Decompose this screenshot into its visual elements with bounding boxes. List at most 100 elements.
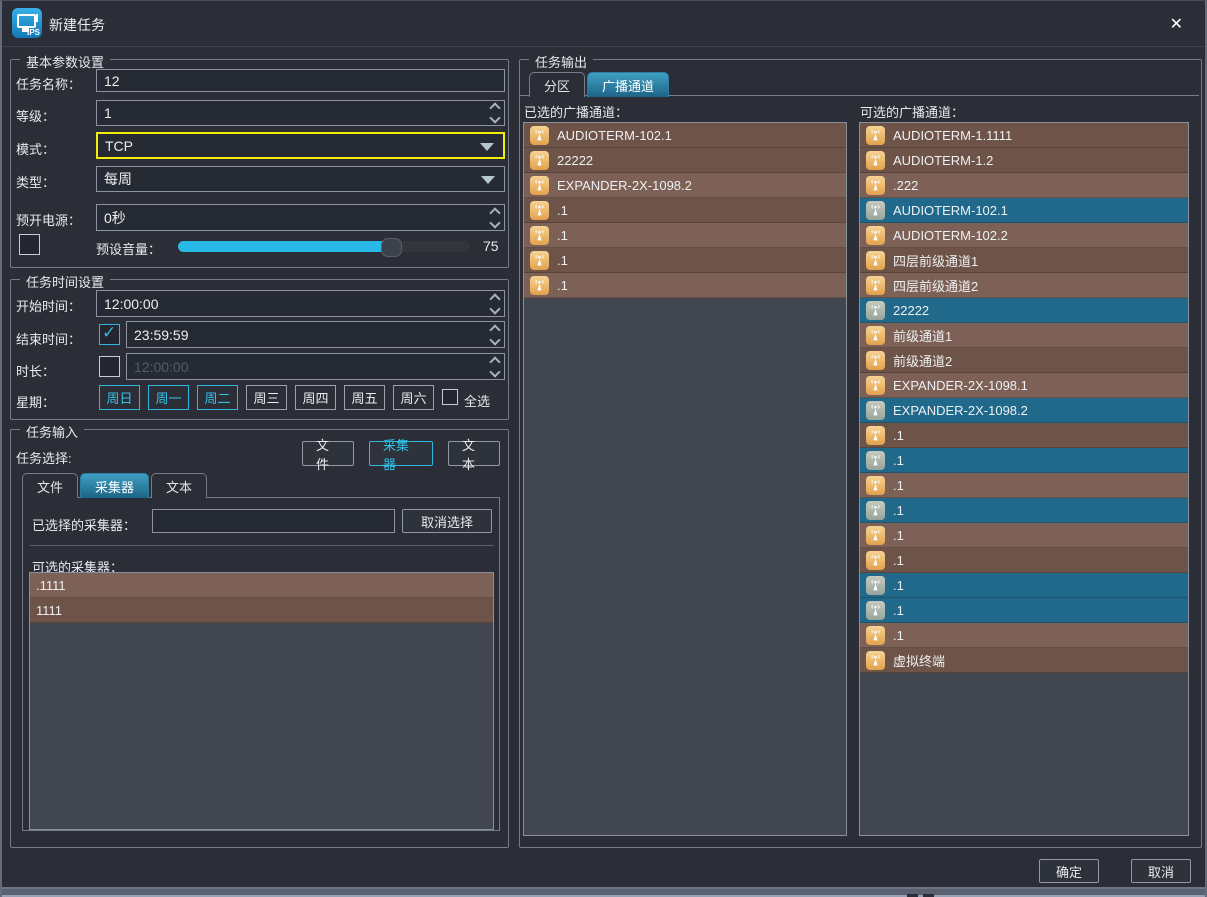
available-channels-list: AUDIOTERM-1.1111AUDIOTERM-1.2.222 AUDIOTE… xyxy=(859,122,1189,836)
channel-list-item[interactable]: .1 xyxy=(860,573,1188,598)
channel-list-item[interactable]: .1 xyxy=(860,623,1188,648)
broadcast-channel-icon xyxy=(866,251,885,270)
channel-list-item[interactable]: .1 xyxy=(524,248,846,273)
broadcast-channel-icon xyxy=(866,626,885,645)
week-day-button[interactable]: 周六 xyxy=(393,385,434,410)
channel-list-item[interactable]: EXPANDER-2X-1098.2 xyxy=(524,173,846,198)
type-select[interactable]: 每周 xyxy=(96,166,505,192)
ips-label: IPS xyxy=(27,28,40,37)
week-day-button[interactable]: 周四 xyxy=(295,385,336,410)
channel-name: .1 xyxy=(893,603,904,618)
broadcast-channel-icon xyxy=(866,201,885,220)
close-icon[interactable]: ✕ xyxy=(1170,14,1183,34)
source-button[interactable]: 采集器 xyxy=(369,441,433,466)
type-label: 类型： xyxy=(16,172,55,191)
channel-list-item[interactable]: .1 xyxy=(524,273,846,298)
channel-name: 前级通道1 xyxy=(893,326,952,345)
select-all-checkbox[interactable] xyxy=(442,389,458,405)
channel-name: .1 xyxy=(893,428,904,443)
channel-name: EXPANDER-2X-1098.1 xyxy=(893,378,1028,393)
channel-list-item[interactable]: .222 xyxy=(860,173,1188,198)
end-time-spinner[interactable]: 23:59:59 xyxy=(126,321,505,348)
channel-list-item[interactable]: .1 xyxy=(860,423,1188,448)
level-value: 1 xyxy=(104,105,112,121)
channel-list-item[interactable]: AUDIOTERM-102.1 xyxy=(524,123,846,148)
end-time-checkbox[interactable] xyxy=(99,324,120,345)
cancel-button[interactable]: 取消 xyxy=(1131,859,1191,883)
channel-list-item[interactable]: 前级通道1 xyxy=(860,323,1188,348)
spinner-arrows-icon[interactable] xyxy=(491,295,499,313)
spinner-arrows-icon[interactable] xyxy=(491,104,499,122)
mode-value: TCP xyxy=(105,138,133,154)
collector-list-item[interactable]: 1111 xyxy=(30,598,493,623)
channel-name: .1 xyxy=(893,453,904,468)
channel-list-item[interactable]: 22222 xyxy=(524,148,846,173)
power-delay-spinner[interactable]: 0秒 xyxy=(96,204,505,231)
week-label: 星期： xyxy=(16,392,55,411)
selected-collector-input[interactable] xyxy=(152,509,395,533)
spinner-arrows-icon xyxy=(491,358,499,376)
week-day-button[interactable]: 周二 xyxy=(197,385,238,410)
mode-select[interactable]: TCP xyxy=(96,132,505,159)
channel-list-item[interactable]: 虚拟终端 xyxy=(860,648,1188,673)
channel-list-item[interactable]: .1 xyxy=(860,523,1188,548)
broadcast-channel-icon xyxy=(866,601,885,620)
channel-list-item[interactable]: 22222 xyxy=(860,298,1188,323)
input-tab[interactable]: 文件 xyxy=(22,473,78,498)
power-delay-value: 0秒 xyxy=(104,208,126,228)
task-input-legend: 任务输入 xyxy=(20,422,84,441)
week-day-button[interactable]: 周三 xyxy=(246,385,287,410)
channel-name: 22222 xyxy=(557,153,593,168)
channel-name: AUDIOTERM-102.1 xyxy=(893,203,1008,218)
channel-list-item[interactable]: AUDIOTERM-1.2 xyxy=(860,148,1188,173)
select-all-label: 全选 xyxy=(464,391,490,410)
level-label: 等级： xyxy=(16,106,55,125)
channel-list-item[interactable]: 四层前级通道2 xyxy=(860,273,1188,298)
input-tab[interactable]: 采集器 xyxy=(80,473,149,498)
channel-list-item[interactable]: .1 xyxy=(524,198,846,223)
channel-list-item[interactable]: .1 xyxy=(860,473,1188,498)
spinner-arrows-icon[interactable] xyxy=(491,326,499,344)
input-tab[interactable]: 文本 xyxy=(151,473,207,498)
collector-list-item[interactable]: .1111 xyxy=(30,573,493,598)
level-spinner[interactable]: 1 xyxy=(96,100,505,126)
broadcast-channel-icon xyxy=(866,401,885,420)
channel-list-item[interactable]: .1 xyxy=(860,598,1188,623)
start-time-spinner[interactable]: 12:00:00 xyxy=(96,290,505,317)
channel-name: AUDIOTERM-102.2 xyxy=(893,228,1008,243)
channel-list-item[interactable]: .1 xyxy=(860,548,1188,573)
task-output-legend: 任务输出 xyxy=(529,52,593,71)
channel-list-item[interactable]: 前级通道2 xyxy=(860,348,1188,373)
spinner-arrows-icon[interactable] xyxy=(491,209,499,227)
broadcast-channel-icon xyxy=(866,326,885,345)
selected-channels-header: 已选的广播通道： xyxy=(524,102,628,121)
duration-checkbox[interactable] xyxy=(99,356,120,377)
channel-list-item[interactable]: AUDIOTERM-102.1 xyxy=(860,198,1188,223)
volume-slider-handle[interactable] xyxy=(381,238,402,257)
channel-name: .1 xyxy=(893,478,904,493)
duration-label: 时长： xyxy=(16,361,55,380)
cancel-select-button[interactable]: 取消选择 xyxy=(402,509,492,533)
channel-list-item[interactable]: AUDIOTERM-1.1111 xyxy=(860,123,1188,148)
week-day-button[interactable]: 周五 xyxy=(344,385,385,410)
channel-name: .1 xyxy=(893,553,904,568)
time-settings-legend: 任务时间设置 xyxy=(20,272,110,291)
chevron-down-icon xyxy=(480,143,494,151)
output-tab[interactable]: 广播通道 xyxy=(587,72,669,97)
week-day-button[interactable]: 周一 xyxy=(148,385,189,410)
ok-button[interactable]: 确定 xyxy=(1039,859,1099,883)
source-button[interactable]: 文件 xyxy=(302,441,354,466)
volume-enable-checkbox[interactable] xyxy=(19,234,40,255)
source-button[interactable]: 文本 xyxy=(448,441,500,466)
channel-list-item[interactable]: 四层前级通道1 xyxy=(860,248,1188,273)
output-tab[interactable]: 分区 xyxy=(529,72,585,97)
week-day-button[interactable]: 周日 xyxy=(99,385,140,410)
channel-list-item[interactable]: .1 xyxy=(524,223,846,248)
channel-list-item[interactable]: .1 xyxy=(860,448,1188,473)
volume-slider[interactable] xyxy=(178,241,470,252)
channel-list-item[interactable]: EXPANDER-2X-1098.2 xyxy=(860,398,1188,423)
channel-list-item[interactable]: EXPANDER-2X-1098.1 xyxy=(860,373,1188,398)
task-name-input[interactable] xyxy=(96,69,505,92)
channel-list-item[interactable]: .1 xyxy=(860,498,1188,523)
channel-list-item[interactable]: AUDIOTERM-102.2 xyxy=(860,223,1188,248)
